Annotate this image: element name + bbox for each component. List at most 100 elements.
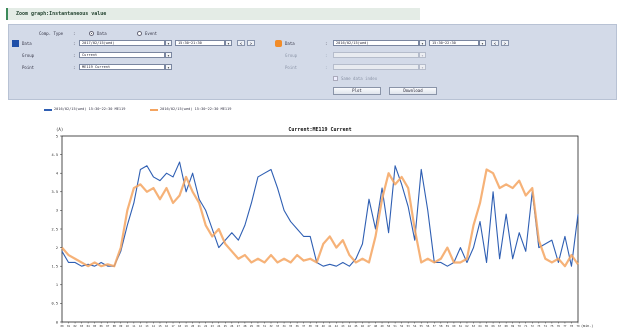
x-tick-label: 52 [400, 324, 404, 328]
download-button[interactable]: Download [389, 87, 437, 95]
x-tick-label: 20 [191, 324, 195, 328]
right-series-swatch [275, 40, 282, 47]
right-date-select[interactable]: 2016/02/15(wed) [333, 40, 419, 46]
x-tick-label: 25 [224, 324, 228, 328]
x-tick-label: 66 [492, 324, 496, 328]
x-tick-label: 48 [374, 324, 378, 328]
x-tick-label: 06 [100, 324, 104, 328]
x-tick-label: 49 [380, 324, 384, 328]
left-point-select[interactable]: ME119 Current [79, 64, 165, 70]
left-next-button[interactable]: > [247, 40, 255, 46]
x-tick-label: 27 [237, 324, 241, 328]
x-tick-label: 62 [465, 324, 469, 328]
x-tick-label: 68 [505, 324, 509, 328]
left-group-label: Group [22, 53, 35, 58]
y-tick-label: 4.5 [52, 153, 59, 157]
legend-swatch-blue [44, 109, 52, 111]
x-tick-label: 17 [171, 324, 175, 328]
x-tick-label: 42 [335, 324, 339, 328]
right-date-dropdown[interactable]: ▾ [419, 40, 426, 46]
left-time-dropdown[interactable]: ▾ [225, 40, 232, 46]
x-tick-label: 26 [230, 324, 234, 328]
x-tick-label: 39 [315, 324, 319, 328]
same-data-index-label: Same data index [341, 76, 378, 81]
y-axis-label: (A) [56, 127, 63, 132]
x-tick-label: 32 [269, 324, 273, 328]
legend-swatch-orange [150, 109, 158, 111]
y-tick-label: 3.5 [52, 190, 59, 194]
comp-type-label: Comp. Type [39, 31, 64, 36]
left-group-select[interactable]: Current [79, 52, 165, 58]
right-prev-button[interactable]: < [491, 40, 499, 46]
page-title: Zoom graph:Instantaneous value [16, 11, 107, 17]
left-date-label: Data [22, 41, 32, 46]
left-date-select[interactable]: 2017/02/15(wed) [79, 40, 165, 46]
comp-type-colon: : [73, 31, 76, 36]
y-tick-label: 4 [56, 172, 58, 176]
x-tick-label: 24 [217, 324, 221, 328]
legend-label-blue: 2016/02/15(wed) 15:30~22:30 ME119 [54, 107, 126, 111]
x-tick-label: 38 [309, 324, 313, 328]
left-point-dropdown[interactable]: ▾ [165, 64, 172, 70]
same-data-index-checkbox[interactable] [333, 76, 338, 81]
right-point-select[interactable] [333, 64, 419, 70]
x-tick-label: 07 [106, 324, 110, 328]
x-tick-label: 53 [407, 324, 411, 328]
x-tick-label: 41 [328, 324, 332, 328]
x-tick-label: 11 [132, 324, 136, 328]
x-tick-label: 75 [550, 324, 554, 328]
left-time-select[interactable]: 15:30~21:30 [175, 40, 225, 46]
x-tick-label: 36 [296, 324, 300, 328]
right-time-select[interactable]: 15:30~22:30 [429, 40, 479, 46]
y-tick-label: 2 [56, 246, 58, 250]
left-point-label: Point [22, 65, 35, 70]
x-tick-label: 71 [524, 324, 528, 328]
x-tick-label: 04 [87, 324, 91, 328]
x-tick-label: 28 [243, 324, 247, 328]
x-tick-label: 09 [119, 324, 123, 328]
x-tick-label: 57 [433, 324, 437, 328]
filter-panel: Comp. Type : Data Event Data : 2017/02/1… [8, 24, 617, 100]
title-bar: Zoom graph:Instantaneous value [6, 8, 420, 20]
right-group-select[interactable] [333, 52, 419, 58]
radio-data[interactable] [89, 31, 94, 36]
x-tick-label: 74 [544, 324, 548, 328]
x-tick-label: 33 [276, 324, 280, 328]
x-tick-label: 12 [139, 324, 143, 328]
y-tick-label: 2.5 [52, 227, 59, 231]
x-tick-label: 08 [113, 324, 117, 328]
x-tick-label: 30 [256, 324, 260, 328]
x-tick-label: 34 [283, 324, 287, 328]
x-tick-label: 76 [557, 324, 561, 328]
radio-event[interactable] [137, 31, 142, 36]
right-time-dropdown[interactable]: ▾ [479, 40, 486, 46]
right-point-dropdown[interactable]: ▾ [419, 64, 426, 70]
right-point-label: Point [285, 65, 298, 70]
x-tick-label: 67 [498, 324, 502, 328]
x-tick-label: 73 [537, 324, 541, 328]
x-tick-label: 61 [459, 324, 463, 328]
x-tick-label: 37 [302, 324, 306, 328]
left-date-dropdown[interactable]: ▾ [165, 40, 172, 46]
y-tick-label: 5 [56, 134, 58, 138]
x-tick-label: 72 [531, 324, 535, 328]
x-tick-label: 13 [145, 324, 149, 328]
x-tick-label: 64 [478, 324, 482, 328]
right-date-label: Data [285, 41, 295, 46]
left-prev-button[interactable]: < [237, 40, 245, 46]
x-tick-label: 14 [152, 324, 156, 328]
x-tick-label: 19 [185, 324, 189, 328]
right-next-button[interactable]: > [501, 40, 509, 46]
x-tick-label: 22 [204, 324, 208, 328]
x-tick-label: 01 [67, 324, 71, 328]
left-group-dropdown[interactable]: ▾ [165, 52, 172, 58]
right-group-dropdown[interactable]: ▾ [419, 52, 426, 58]
y-tick-label: 3 [56, 209, 58, 213]
x-tick-label: 35 [289, 324, 293, 328]
x-tick-label: 05 [93, 324, 97, 328]
plot-button[interactable]: Plot [333, 87, 381, 95]
y-tick-label: 0.5 [52, 302, 59, 306]
x-tick-label: 55 [420, 324, 424, 328]
x-tick-label: 70 [518, 324, 522, 328]
x-tick-label: 21 [198, 324, 202, 328]
